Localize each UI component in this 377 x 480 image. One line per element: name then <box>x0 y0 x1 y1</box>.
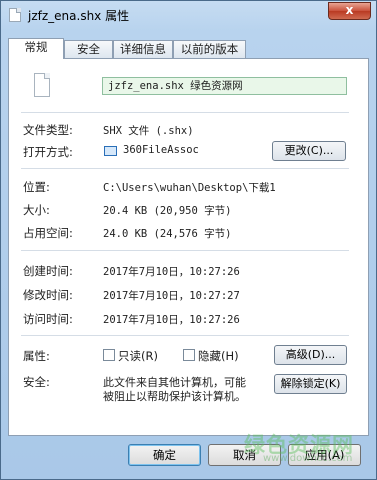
accessed-label: 访问时间: <box>23 312 73 326</box>
size-on-disk-label: 占用空间: <box>23 226 73 240</box>
open-with-label: 打开方式: <box>23 145 73 159</box>
location-value: C:\Users\wuhan\Desktop\下载1 <box>103 182 276 194</box>
size-on-disk-value: 24.0 KB (24,576 字节) <box>103 228 232 240</box>
hidden-checkbox[interactable] <box>183 349 195 361</box>
tab-details[interactable]: 详细信息 <box>113 40 173 58</box>
tab-previous-versions[interactable]: 以前的版本 <box>173 40 246 58</box>
readonly-label[interactable]: 只读(R) <box>118 348 158 364</box>
divider <box>21 335 349 336</box>
close-button[interactable]: x <box>328 2 371 20</box>
unblock-button[interactable]: 解除锁定(K) <box>274 374 347 394</box>
readonly-checkbox[interactable] <box>103 349 115 361</box>
security-label: 安全: <box>23 375 50 389</box>
app-icon <box>104 146 117 156</box>
created-value: 2017年7月10日，10:27:26 <box>103 266 240 278</box>
open-with-value: 360FileAssoc <box>123 144 199 156</box>
tab-general[interactable]: 常规 <box>8 38 64 59</box>
location-label: 位置: <box>23 180 50 194</box>
divider <box>21 250 349 251</box>
modified-label: 修改时间: <box>23 288 73 302</box>
change-button[interactable]: 更改(C)... <box>272 141 346 161</box>
advanced-button[interactable]: 高级(D)... <box>274 345 347 365</box>
size-value: 20.4 KB (20,950 字节) <box>103 205 232 217</box>
file-icon <box>9 8 21 22</box>
security-message-line2: 被阻止以帮助保护该计算机。 <box>103 390 246 403</box>
created-label: 创建时间: <box>23 264 73 278</box>
file-type-label: 文件类型: <box>23 123 73 137</box>
ok-button[interactable]: 确定 <box>128 444 201 466</box>
title-bar[interactable]: jzfz_ena.shx 属性 x <box>1 1 376 29</box>
divider <box>21 112 349 113</box>
accessed-value: 2017年7月10日，10:27:26 <box>103 314 240 326</box>
properties-dialog: jzfz_ena.shx 属性 x 常规 安全 详细信息 以前的版本 jzfz_… <box>0 0 377 480</box>
modified-value: 2017年7月10日，10:27:27 <box>103 290 240 302</box>
divider <box>21 168 349 169</box>
window-title: jzfz_ena.shx 属性 <box>28 9 130 23</box>
file-type-value: SHX 文件 (.shx) <box>103 125 194 137</box>
attributes-label: 属性: <box>23 349 50 363</box>
file-name-field[interactable]: jzfz_ena.shx 绿色资源网 <box>102 77 347 95</box>
watermark-url: www.downcc.com <box>263 453 353 464</box>
size-label: 大小: <box>23 203 50 217</box>
file-type-icon <box>34 73 50 97</box>
hidden-label[interactable]: 隐藏(H) <box>198 348 239 364</box>
tab-security[interactable]: 安全 <box>64 40 113 58</box>
